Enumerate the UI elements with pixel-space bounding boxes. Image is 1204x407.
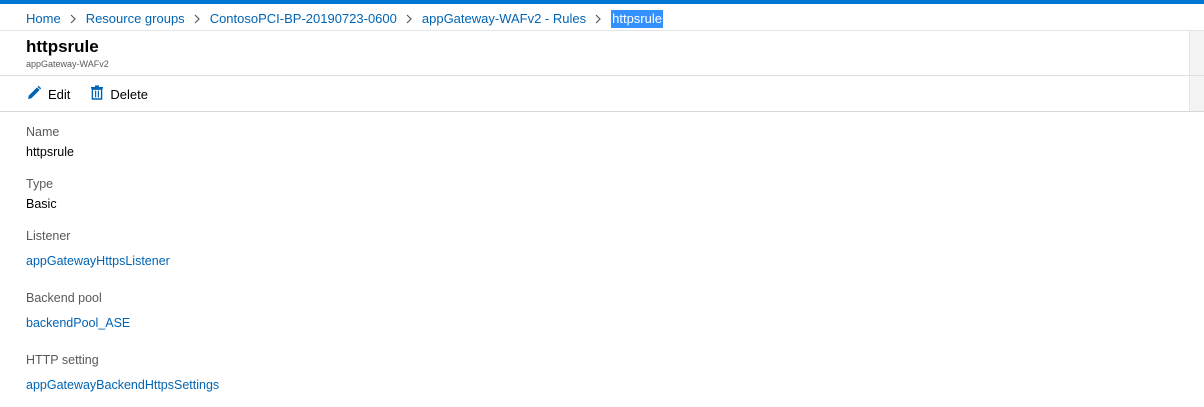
http-setting-link[interactable]: appGatewayBackendHttpsSettings (26, 377, 219, 393)
top-accent-bar (0, 0, 1204, 4)
listener-link[interactable]: appGatewayHttpsListener (26, 253, 170, 269)
type-label: Type (26, 177, 54, 191)
chevron-right-icon (406, 14, 413, 24)
http-setting-label: HTTP setting (26, 353, 99, 367)
edit-label: Edit (48, 86, 71, 102)
delete-button[interactable]: Delete (90, 85, 148, 103)
page-subtitle: appGateway-WAFv2 (26, 59, 109, 69)
backend-pool-link[interactable]: backendPool_ASE (26, 315, 130, 331)
pencil-icon (26, 85, 48, 104)
blade-scroll-strip (1189, 31, 1204, 111)
edit-button[interactable]: Edit (26, 85, 70, 104)
breadcrumb-home[interactable]: Home (26, 10, 61, 28)
backend-pool-label: Backend pool (26, 291, 102, 305)
command-bar-divider (0, 75, 1204, 76)
breadcrumb-resource-groups[interactable]: Resource groups (86, 10, 185, 28)
breadcrumb-rules[interactable]: appGateway-WAFv2 - Rules (422, 10, 586, 28)
delete-label: Delete (110, 86, 148, 102)
breadcrumb-resource-group[interactable]: ContosoPCI-BP-20190723-0600 (210, 10, 397, 28)
toolbar-divider (0, 111, 1204, 112)
header-divider (0, 30, 1204, 31)
trash-icon (90, 85, 110, 103)
name-value: httpsrule (26, 145, 74, 159)
name-label: Name (26, 125, 60, 139)
chevron-right-icon (194, 14, 201, 24)
chevron-right-icon (70, 14, 77, 24)
listener-label: Listener (26, 229, 71, 243)
page-title: httpsrule (26, 37, 99, 56)
breadcrumb: Home Resource groups ContosoPCI-BP-20190… (26, 10, 663, 28)
type-value: Basic (26, 197, 57, 211)
breadcrumb-current[interactable]: httpsrule (611, 10, 663, 28)
command-bar: Edit Delete (26, 84, 168, 104)
chevron-right-icon (595, 14, 602, 24)
